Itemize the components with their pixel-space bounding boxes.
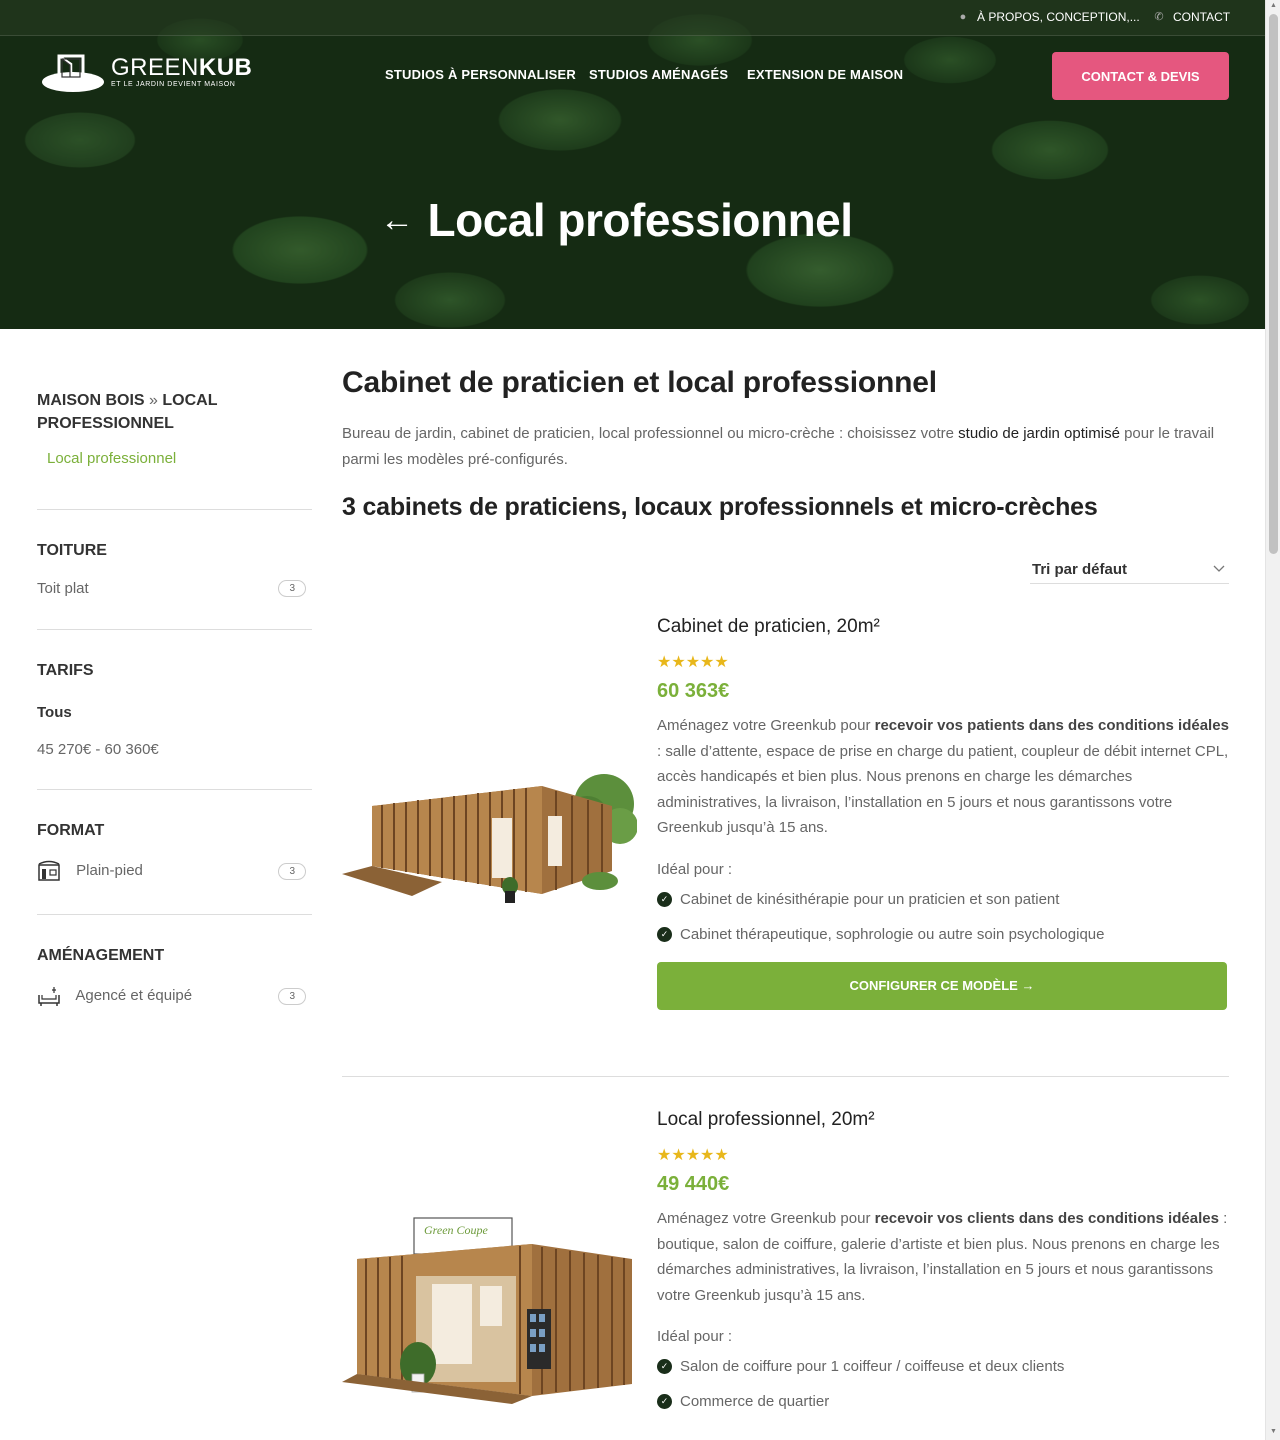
- ideal-for-label: Idéal pour :: [657, 1328, 733, 1345]
- about-link[interactable]: ● À PROPOS, CONCEPTION,...: [957, 10, 1140, 24]
- contact-link-label: CONTACT: [1173, 10, 1231, 24]
- star-rating: ★★★★★: [657, 1147, 729, 1164]
- desc-text-start: Aménagez votre Greenkub pour: [657, 717, 875, 734]
- sidebar-divider: [37, 914, 312, 915]
- contact-devis-button[interactable]: CONTACT & DEVIS: [1052, 52, 1229, 100]
- sidebar-divider: [37, 509, 312, 510]
- sidebar-divider: [37, 789, 312, 790]
- check-circle-icon: ✓: [657, 891, 672, 907]
- star-rating: ★★★★★: [657, 654, 729, 671]
- section-title: Cabinet de praticien et local profession…: [342, 366, 937, 399]
- product-divider: [342, 1076, 1229, 1077]
- desc-text-start: Aménagez votre Greenkub pour: [657, 1210, 875, 1227]
- check-circle-icon: ✓: [657, 1359, 672, 1374]
- price-filter-all[interactable]: Tous: [37, 704, 312, 721]
- hero-banner: [0, 0, 1265, 329]
- feature-text: Salon de coiffure pour 1 coiffeur / coif…: [680, 1358, 1065, 1375]
- desc-text-end: : salle d’attente, espace de prise en ch…: [657, 742, 1229, 837]
- section-subtitle: 3 cabinets de praticiens, locaux profess…: [342, 493, 1098, 521]
- desc-text-bold: recevoir vos patients dans des condition…: [874, 717, 1229, 734]
- breadcrumb: MAISON BOIS » LOCAL PROFESSIONNEL: [37, 389, 312, 435]
- chevron-down-icon: [1213, 565, 1225, 572]
- filter-item-label: Agencé et équipé: [75, 986, 193, 1004]
- sidebar-divider: [37, 629, 312, 630]
- intro-text-start: Bureau de jardin, cabinet de praticien, …: [342, 425, 959, 442]
- breadcrumb-separator: »: [149, 392, 158, 409]
- filter-item-toit-plat[interactable]: Toit plat 3: [37, 580, 312, 597]
- filter-title-toiture: TOITURE: [37, 542, 107, 559]
- product-description: Aménagez votre Greenkub pour recevoir vo…: [657, 1206, 1229, 1308]
- feature-item: ✓ Salon de coiffure pour 1 coiffeur / coi…: [657, 1358, 1229, 1375]
- product-info: Local professionnel, 20m² ★★★★★ 49 440€ …: [657, 1109, 1229, 1410]
- nav-studios-amenages[interactable]: STUDIOS AMÉNAGÉS: [589, 67, 728, 82]
- feature-item: ✓ Cabinet thérapeutique, sophrologie ou a…: [657, 926, 1229, 943]
- filter-count-badge: 3: [278, 987, 306, 1005]
- product-image-cabinet[interactable]: [342, 756, 637, 926]
- sidebar: MAISON BOIS » LOCAL PROFESSIONNEL Local …: [37, 389, 312, 1007]
- filter-item-plain-pied[interactable]: Plain-pied 3: [37, 860, 312, 882]
- filter-item-label: Plain-pied: [76, 861, 143, 879]
- check-circle-icon: ✓: [657, 1394, 672, 1409]
- sort-select[interactable]: Tri par défaut: [1030, 555, 1229, 584]
- scrollbar-thumb[interactable]: [1269, 14, 1278, 554]
- product-description: Aménagez votre Greenkub pour recevoir vo…: [657, 713, 1229, 841]
- about-link-label: À PROPOS, CONCEPTION,...: [977, 10, 1140, 24]
- feature-item: ✓ Commerce de quartier: [657, 1393, 1229, 1410]
- price-filter-range[interactable]: 45 270€ - 60 360€: [37, 741, 312, 758]
- sofa-icon: [38, 987, 60, 1006]
- filter-title-amenagement: AMÉNAGEMENT: [37, 947, 165, 964]
- nav-studios-personnaliser[interactable]: STUDIOS À PERSONNALISER: [385, 67, 576, 82]
- configure-model-button[interactable]: CONFIGURER CE MODÈLE →: [657, 961, 1227, 1010]
- main-content: Cabinet de praticien et local profession…: [342, 366, 1229, 1410]
- desc-text-bold: recevoir vos clients dans des conditions…: [874, 1210, 1219, 1227]
- scroll-down-icon[interactable]: ▼: [1270, 1428, 1277, 1435]
- shop-sign: Green Coupe: [424, 1223, 489, 1237]
- greenkub-logo-icon: [42, 54, 104, 92]
- site-logo[interactable]: GREENKUB ET LE JARDIN DEVIENT MAISON: [41, 52, 252, 92]
- scrollbar[interactable]: ▲ ▼: [1265, 0, 1280, 1440]
- logo-name-bold: KUB: [198, 54, 253, 81]
- filter-item-agence-equipe[interactable]: Agencé et équipé 3: [37, 985, 312, 1007]
- logo-tagline: ET LE JARDIN DEVIENT MAISON: [111, 81, 236, 88]
- filter-title-format: FORMAT: [37, 822, 105, 839]
- ideal-for-label: Idéal pour :: [657, 860, 733, 878]
- product-info: Cabinet de praticien, 20m² ★★★★★ 60 363€…: [657, 616, 1229, 1010]
- nav-extension-maison[interactable]: EXTENSION DE MAISON: [747, 67, 903, 82]
- logo-name-light: GREEN: [111, 54, 199, 81]
- product-image-local[interactable]: Green Coupe: [342, 1214, 637, 1404]
- sort-select-value: Tri par défaut: [1032, 560, 1128, 578]
- category-link-local-professionnel[interactable]: Local professionnel: [47, 450, 312, 467]
- product-title[interactable]: Cabinet de praticien, 20m²: [657, 616, 1229, 638]
- feature-item: ✓ Cabinet de kinésithérapie pour un prati…: [657, 891, 1229, 908]
- filter-item-label: Toit plat: [37, 580, 89, 597]
- intro-link-studio-optimise[interactable]: studio de jardin optimisé: [958, 425, 1120, 442]
- info-icon: ●: [959, 11, 967, 23]
- intro-paragraph: Bureau de jardin, cabinet de praticien, …: [342, 421, 1229, 473]
- filter-count-badge: 3: [278, 580, 306, 597]
- feature-text: Cabinet thérapeutique, sophrologie ou au…: [680, 925, 1105, 943]
- breadcrumb-home[interactable]: MAISON BOIS: [37, 392, 145, 409]
- feature-text: Cabinet de kinésithérapie pour un pratic…: [680, 890, 1060, 908]
- page-title-text: Local professionnel: [427, 194, 854, 246]
- top-bar: ● À PROPOS, CONCEPTION,... ✆ CONTACT: [0, 0, 1265, 36]
- contact-link[interactable]: ✆ CONTACT: [1153, 10, 1230, 24]
- house-plan-icon: [38, 860, 60, 881]
- check-circle-icon: ✓: [657, 926, 672, 942]
- product-title[interactable]: Local professionnel, 20m²: [657, 1109, 1229, 1131]
- back-arrow-icon[interactable]: ←: [380, 201, 414, 240]
- feature-text: Commerce de quartier: [680, 1393, 830, 1410]
- phone-icon: ✆: [1154, 11, 1164, 23]
- product-price: 60 363€: [657, 680, 730, 702]
- page-title: ← Local professionnel: [380, 193, 853, 247]
- filter-count-badge: 3: [278, 862, 306, 880]
- scroll-up-icon[interactable]: ▲: [1270, 2, 1277, 9]
- filter-title-tarifs: TARIFS: [37, 662, 94, 679]
- product-price: 49 440€: [657, 1173, 730, 1195]
